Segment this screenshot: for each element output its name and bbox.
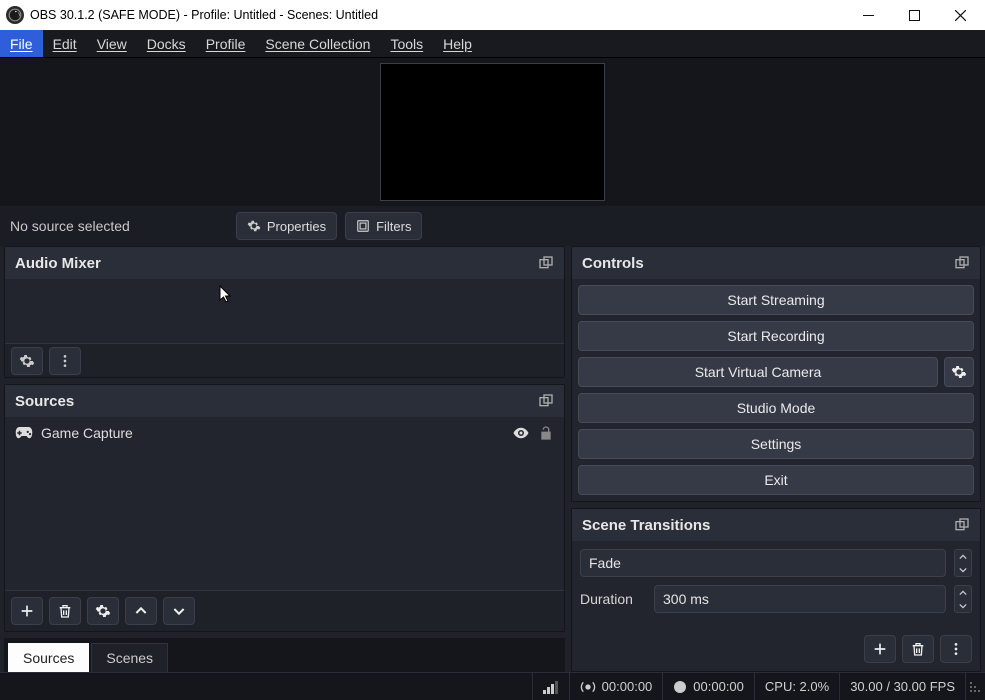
sources-title: Sources (15, 393, 74, 410)
stream-time: 00:00:00 (569, 673, 663, 700)
source-toolbar: No source selected Properties Filters (0, 206, 985, 246)
menu-scene-collection[interactable]: Scene Collection (255, 30, 380, 57)
chevron-down-icon (955, 563, 971, 576)
chevron-down-icon (955, 599, 971, 612)
remove-source-button[interactable] (49, 597, 81, 625)
filters-label: Filters (376, 219, 411, 234)
virtual-cam-settings-button[interactable] (944, 357, 974, 387)
network-status[interactable] (532, 673, 569, 700)
start-recording-button[interactable]: Start Recording (578, 321, 974, 351)
transitions-header[interactable]: Scene Transitions (572, 509, 980, 541)
window-title: OBS 30.1.2 (SAFE MODE) - Profile: Untitl… (30, 8, 378, 22)
transition-select[interactable]: Fade (580, 549, 946, 577)
maximize-button[interactable] (891, 0, 937, 30)
close-button[interactable] (937, 0, 983, 30)
record-time: 00:00:00 (662, 673, 754, 700)
remove-transition-button[interactable] (902, 635, 934, 663)
lock-toggle[interactable] (538, 424, 554, 442)
chevron-up-icon (955, 586, 971, 599)
gear-icon (247, 219, 261, 233)
resize-grip[interactable] (965, 673, 985, 700)
popout-icon[interactable] (538, 393, 554, 409)
transition-menu-button[interactable] (940, 635, 972, 663)
source-status-label: No source selected (10, 218, 130, 234)
properties-button[interactable]: Properties (236, 212, 337, 240)
controls-title: Controls (582, 255, 644, 272)
stream-time-value: 00:00:00 (602, 679, 653, 694)
transitions-title: Scene Transitions (582, 517, 710, 534)
record-time-value: 00:00:00 (693, 679, 744, 694)
sources-dock: Sources Game Capture (4, 384, 565, 632)
preview-area[interactable] (0, 58, 985, 206)
audio-mixer-dock: Audio Mixer (4, 246, 565, 378)
duration-input[interactable]: 300 ms (654, 585, 946, 613)
mixer-settings-button[interactable] (11, 347, 43, 375)
source-item[interactable]: Game Capture (5, 417, 564, 449)
settings-button[interactable]: Settings (578, 429, 974, 459)
move-up-button[interactable] (125, 597, 157, 625)
fps-status: 30.00 / 30.00 FPS (839, 673, 965, 700)
source-properties-button[interactable] (87, 597, 119, 625)
controls-dock: Controls Start Streaming Start Recording… (571, 246, 981, 502)
app-icon (6, 6, 24, 24)
sources-list[interactable]: Game Capture (5, 417, 564, 631)
signal-icon (543, 680, 559, 694)
record-icon (673, 680, 687, 694)
mixer-menu-button[interactable] (49, 347, 81, 375)
audio-mixer-body (5, 279, 564, 343)
menu-tools[interactable]: Tools (380, 30, 433, 57)
menu-view[interactable]: View (87, 30, 137, 57)
controls-header[interactable]: Controls (572, 247, 980, 279)
gamepad-icon (15, 426, 33, 440)
cpu-usage: CPU: 2.0% (754, 673, 839, 700)
visibility-toggle[interactable] (512, 424, 530, 442)
filters-icon (356, 219, 370, 233)
chevron-up-icon (955, 550, 971, 563)
docks-area: Audio Mixer Sources (0, 246, 985, 672)
move-down-button[interactable] (163, 597, 195, 625)
add-source-button[interactable] (11, 597, 43, 625)
menu-help[interactable]: Help (433, 30, 482, 57)
menu-file[interactable]: File (0, 30, 43, 57)
sources-header[interactable]: Sources (5, 385, 564, 417)
tab-scenes[interactable]: Scenes (91, 643, 168, 672)
tab-sources[interactable]: Sources (8, 643, 89, 672)
minimize-button[interactable] (845, 0, 891, 30)
popout-icon[interactable] (954, 517, 970, 533)
menubar: File Edit View Docks Profile Scene Colle… (0, 30, 985, 58)
audio-mixer-header[interactable]: Audio Mixer (5, 247, 564, 279)
window-titlebar: OBS 30.1.2 (SAFE MODE) - Profile: Untitl… (0, 0, 985, 30)
properties-label: Properties (267, 219, 326, 234)
popout-icon[interactable] (954, 255, 970, 271)
duration-stepper[interactable] (954, 585, 972, 613)
transition-select-stepper[interactable] (954, 549, 972, 577)
filters-button[interactable]: Filters (345, 212, 422, 240)
cursor-icon (219, 285, 233, 303)
menu-edit[interactable]: Edit (43, 30, 87, 57)
preview-canvas (380, 63, 605, 201)
transitions-dock: Scene Transitions Fade Duration 300 ms (571, 508, 981, 672)
menu-profile[interactable]: Profile (196, 30, 256, 57)
exit-button[interactable]: Exit (578, 465, 974, 495)
popout-icon[interactable] (538, 255, 554, 271)
studio-mode-button[interactable]: Studio Mode (578, 393, 974, 423)
audio-mixer-title: Audio Mixer (15, 255, 101, 272)
start-virtual-cam-button[interactable]: Start Virtual Camera (578, 357, 938, 387)
statusbar: 00:00:00 00:00:00 CPU: 2.0% 30.00 / 30.0… (0, 672, 985, 700)
add-transition-button[interactable] (864, 635, 896, 663)
duration-label: Duration (580, 591, 646, 607)
broadcast-icon (580, 679, 596, 695)
bottom-tabs: Sources Scenes (4, 638, 565, 672)
source-name: Game Capture (41, 425, 504, 441)
menu-docks[interactable]: Docks (137, 30, 196, 57)
start-streaming-button[interactable]: Start Streaming (578, 285, 974, 315)
